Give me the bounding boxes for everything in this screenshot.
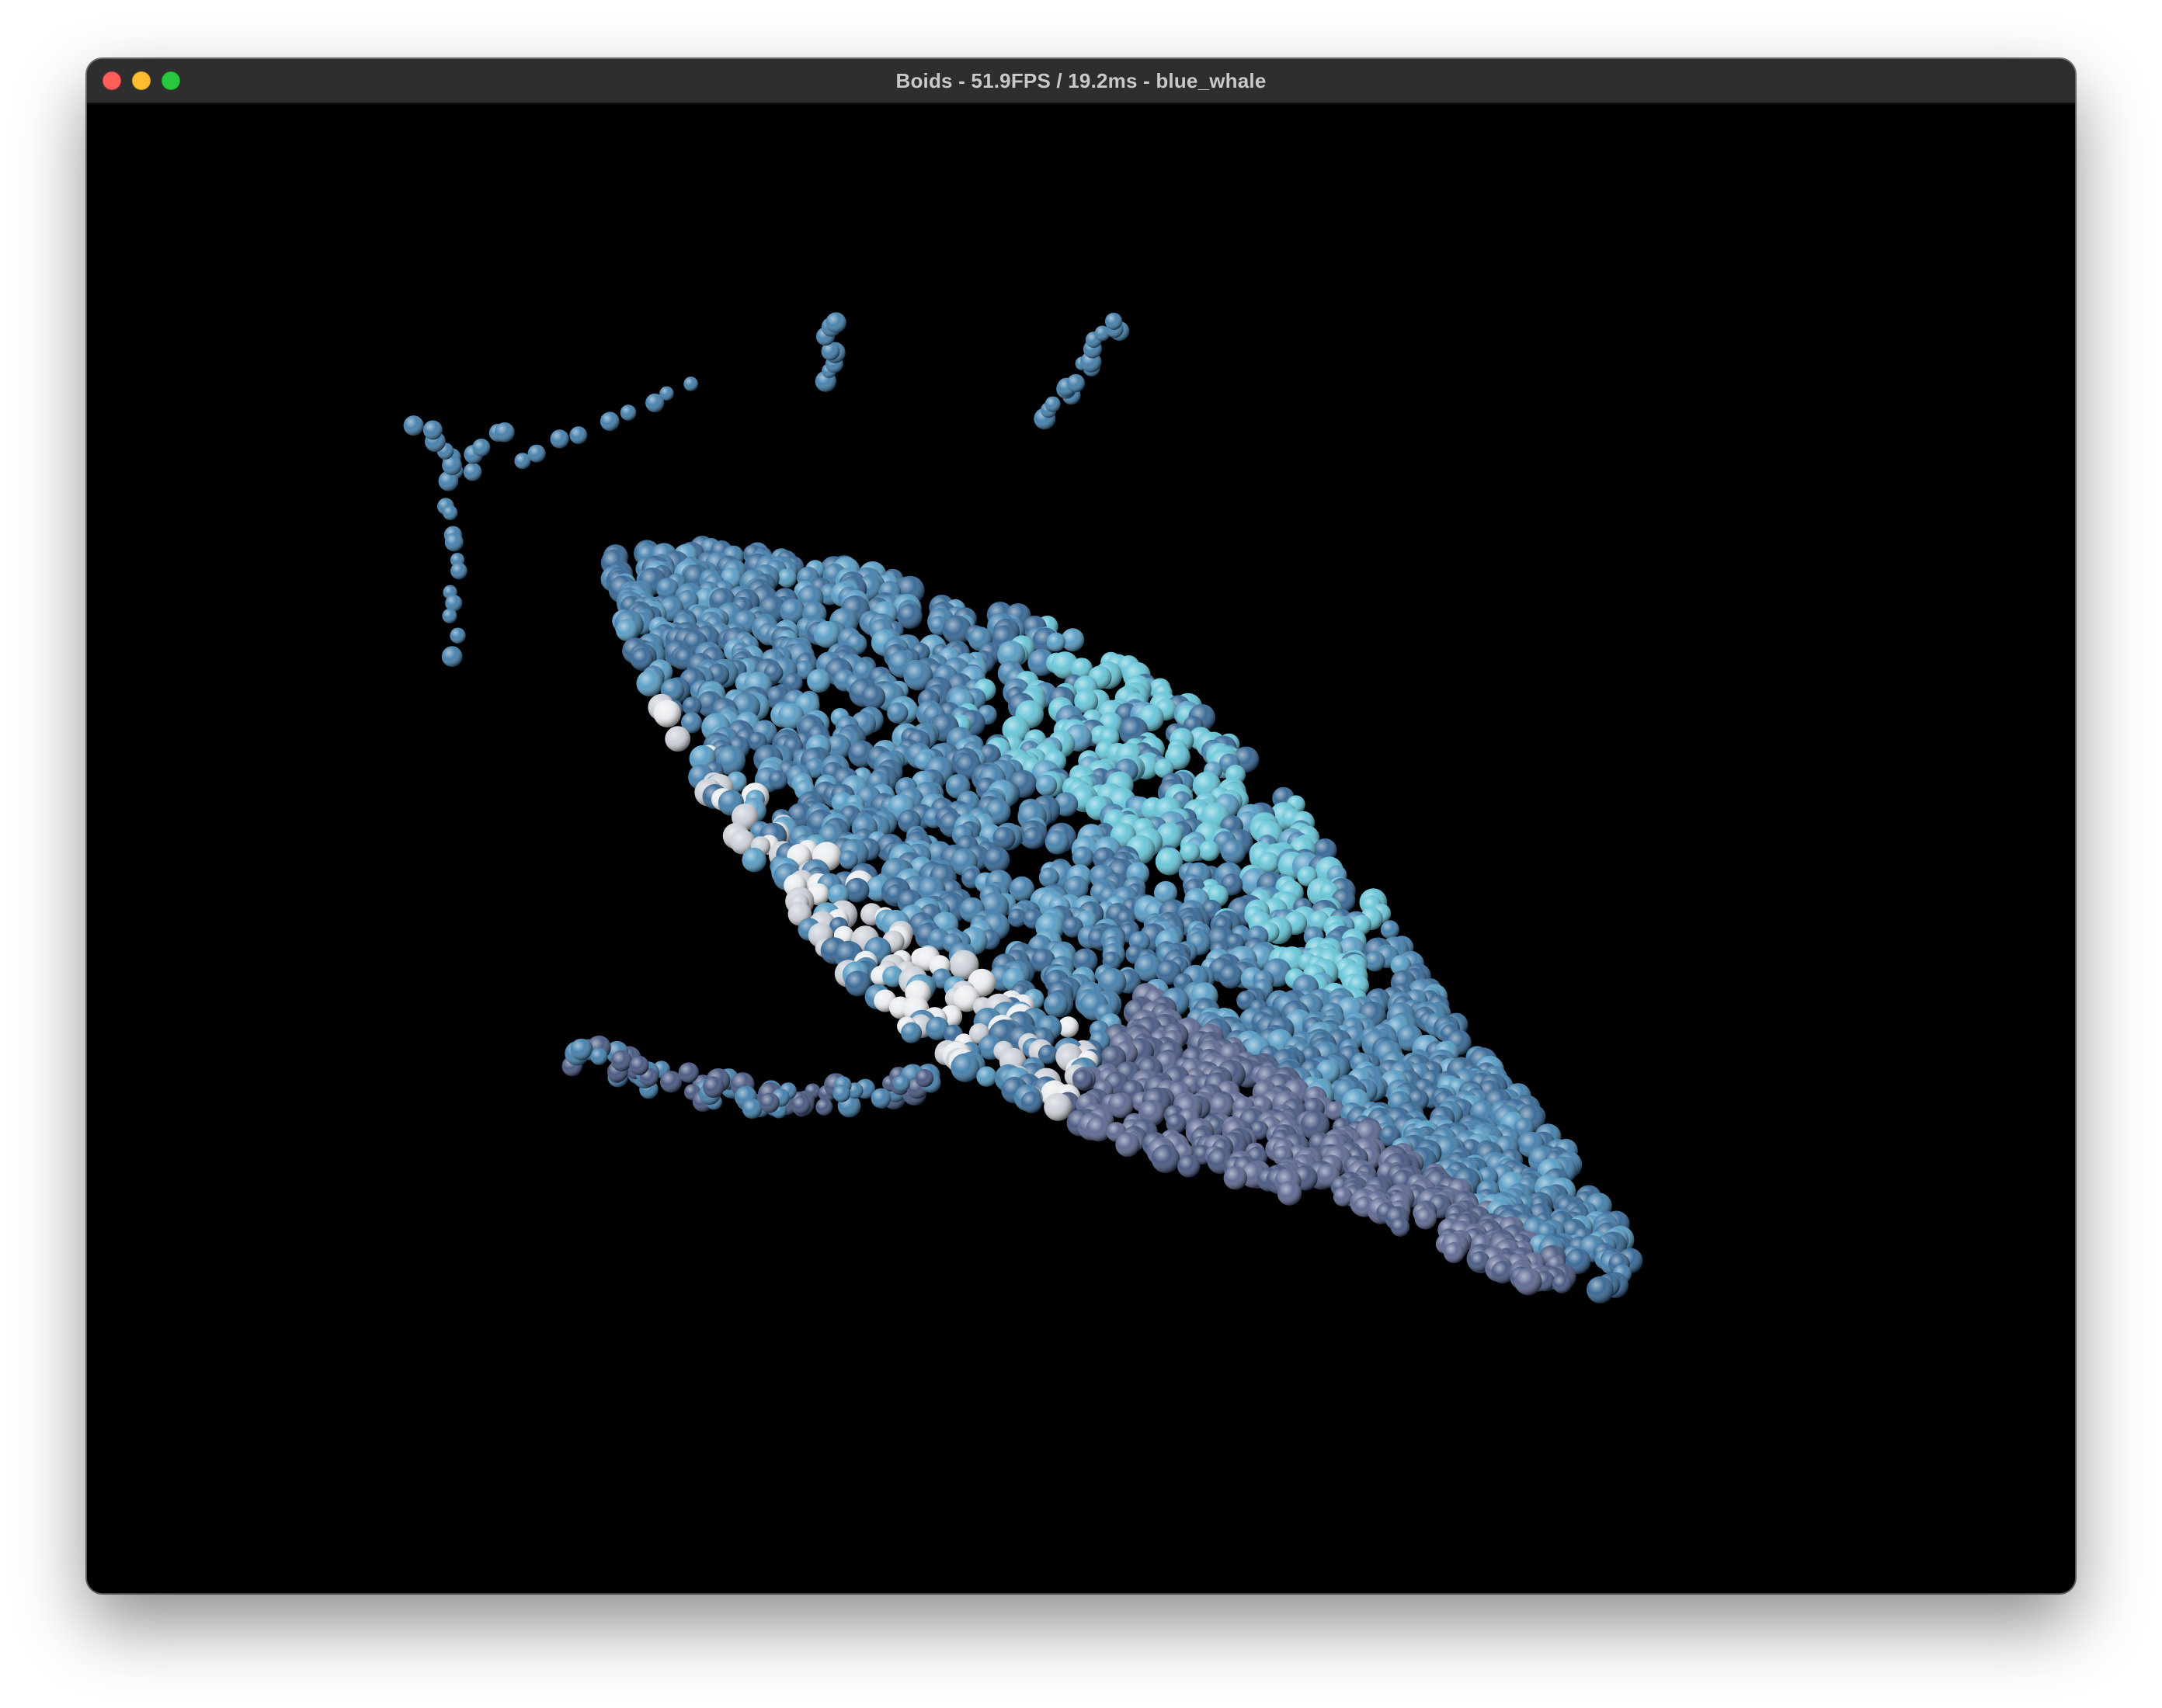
boid-shading [759, 1092, 780, 1113]
boid-shading [871, 1088, 892, 1109]
boid-shading [659, 386, 674, 401]
boid-shading [1035, 774, 1058, 797]
boid-shading [422, 420, 443, 440]
boid-shading [1364, 951, 1385, 972]
boid-shading [1044, 1092, 1072, 1121]
boid-shading [1380, 920, 1399, 939]
boid-shading [1414, 1207, 1437, 1230]
window-title: Boids - 51.9FPS / 19.2ms - blue_whale [895, 69, 1267, 92]
boid-shading [443, 505, 458, 521]
boid-shading [442, 608, 457, 623]
boid-shading [610, 1050, 632, 1071]
boid-shading [683, 377, 698, 391]
boid-shading [791, 1095, 811, 1115]
boid-shading [1390, 1217, 1410, 1237]
boid-shading [495, 422, 515, 443]
boid-shading [1552, 1274, 1572, 1293]
boid-shading [1115, 1132, 1140, 1157]
boid-shading [472, 438, 491, 457]
boid-shading [665, 726, 691, 752]
boid-shading [976, 1066, 997, 1087]
boid-shading [815, 1098, 833, 1116]
boid-shading [1218, 964, 1243, 989]
boid-shading [777, 568, 797, 588]
boid-shading [915, 1068, 934, 1088]
boid-shading [832, 1085, 850, 1102]
boid-shading [1277, 1181, 1302, 1206]
title-bar[interactable]: Boids - 51.9FPS / 19.2ms - blue_whale [87, 59, 2075, 104]
boid-shading [1104, 312, 1123, 330]
boid-shading [1333, 1187, 1353, 1206]
boid-shading [983, 846, 1010, 873]
desktop: Boids - 51.9FPS / 19.2ms - blue_whale [0, 0, 2162, 1708]
boid-shading [441, 646, 463, 667]
boid-shading [893, 1075, 910, 1092]
boid-shading [629, 1055, 649, 1075]
boid-shading [1044, 992, 1069, 1018]
boid-shading [1020, 1092, 1043, 1113]
app-window: Boids - 51.9FPS / 19.2ms - blue_whale [87, 59, 2075, 1593]
boid-shading [1198, 840, 1220, 862]
boid-shading [678, 1062, 699, 1083]
boid-shading [1045, 396, 1061, 412]
boid-shading [1045, 830, 1069, 855]
boid-shading [861, 685, 886, 710]
boid-shading [1221, 838, 1246, 864]
boid-shading [1587, 1276, 1614, 1304]
boid-shading [1177, 1154, 1201, 1178]
boid-shading [1072, 846, 1094, 868]
boid-shading [653, 700, 681, 727]
boid-shading [570, 1038, 593, 1061]
boid-shading [703, 1076, 725, 1098]
boid-shading [1072, 1069, 1093, 1090]
boid-shading [844, 877, 870, 903]
boid-shading [742, 1099, 763, 1119]
boid-shading [1023, 827, 1045, 849]
boid-shading [550, 429, 569, 449]
boid-shading [742, 847, 766, 873]
boid-shading [450, 627, 466, 644]
boid-shading [826, 312, 846, 333]
boid-shading [636, 670, 663, 696]
boid-shading [569, 426, 588, 444]
boid-shading [768, 770, 788, 790]
boid-shading [450, 562, 468, 580]
boid-shading [620, 404, 637, 421]
boids-render-viewport[interactable] [87, 104, 2075, 1593]
boid-shading [887, 702, 909, 724]
boid-shading [1514, 1267, 1542, 1296]
boid-shading [1046, 632, 1066, 652]
boid-shading [463, 463, 482, 481]
boid-shading [1443, 1242, 1465, 1263]
boid-shading [901, 1022, 923, 1043]
boid-shading [600, 411, 620, 431]
boid-shading [951, 1053, 980, 1082]
boid-shading [1223, 1165, 1248, 1190]
boid-shading [807, 668, 831, 693]
boid-shading [1066, 373, 1086, 393]
boid-shading [444, 533, 464, 552]
blue-whale-boid-swarm [403, 312, 1643, 1304]
boid-shading [1151, 1144, 1180, 1173]
boid-shading [590, 1047, 608, 1065]
boid-shading [527, 444, 546, 463]
boid-shading [403, 415, 424, 436]
